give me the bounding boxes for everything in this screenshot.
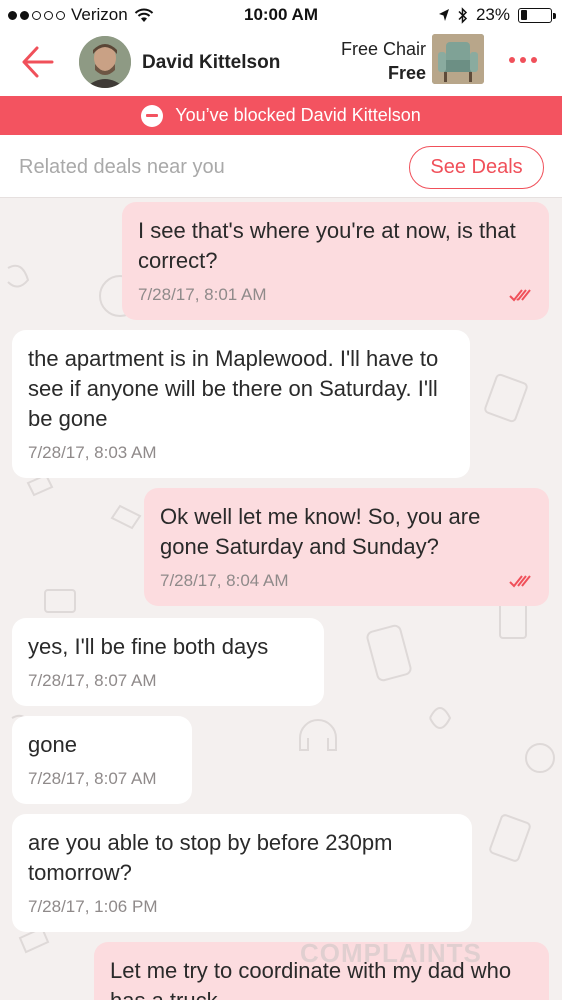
message-timestamp: 7/28/17, 8:01 AM: [138, 285, 267, 304]
battery-level: [520, 10, 528, 20]
see-deals-button[interactable]: See Deals: [409, 146, 544, 189]
listing-price: Free: [387, 63, 426, 83]
bluetooth-icon: [458, 6, 468, 24]
read-receipt-icon: [509, 289, 531, 302]
message-text: gone: [28, 732, 77, 757]
conversation-header: David Kittelson Free Chair Free: [0, 30, 562, 96]
listing-title: Free Chair: [340, 39, 426, 59]
related-deals-label: Related deals near you: [19, 156, 225, 178]
chair-photo: [432, 34, 484, 84]
related-deals-bar: Related deals near you See Deals: [0, 135, 562, 198]
more-dots-icon[interactable]: [505, 50, 541, 70]
message-timestamp: 7/28/17, 8:07 AM: [28, 671, 157, 690]
message-bubble-incoming[interactable]: gone 7/28/17, 8:07 AM: [12, 716, 192, 804]
message-list[interactable]: I see that's where you're at now, is tha…: [0, 198, 562, 1000]
avatar-photo: [79, 36, 131, 88]
message-bubble-outgoing[interactable]: Ok well let me know! So, you are gone Sa…: [144, 488, 549, 606]
message-text: yes, I'll be fine both days: [28, 634, 269, 659]
read-receipt-icon: [509, 575, 531, 588]
message-text: Ok well let me know! So, you are gone Sa…: [160, 504, 481, 559]
blocked-banner-text: You’ve blocked David Kittelson: [175, 105, 421, 125]
arrow-left-icon[interactable]: [20, 44, 56, 80]
listing-thumbnail[interactable]: [432, 34, 484, 84]
message-bubble-outgoing[interactable]: I see that's where you're at now, is tha…: [122, 202, 549, 320]
battery-percent: 23%: [475, 5, 510, 24]
message-text: I see that's where you're at now, is tha…: [138, 218, 516, 273]
avatar[interactable]: [79, 36, 131, 88]
message-timestamp: 7/28/17, 1:06 PM: [28, 897, 158, 916]
message-timestamp: 7/28/17, 8:04 AM: [160, 571, 289, 590]
message-bubble-incoming[interactable]: yes, I'll be fine both days 7/28/17, 8:0…: [12, 618, 324, 706]
message-bubble-incoming[interactable]: are you able to stop by before 230pm tom…: [12, 814, 472, 932]
message-text: are you able to stop by before 230pm tom…: [28, 830, 393, 885]
status-bar: Verizon 10:00 AM 23%: [0, 0, 562, 30]
location-arrow-icon: [438, 9, 449, 21]
message-timestamp: 7/28/17, 8:07 AM: [28, 769, 157, 788]
battery-icon: [518, 7, 556, 23]
blocked-icon: [141, 104, 164, 127]
message-text: the apartment is in Maplewood. I'll have…: [28, 346, 439, 431]
watermark: COMPLAINTS: [300, 938, 482, 968]
message-bubble-incoming[interactable]: the apartment is in Maplewood. I'll have…: [12, 330, 470, 478]
blocked-banner: You’ve blocked David Kittelson: [0, 96, 562, 135]
listing-info[interactable]: Free Chair Free: [341, 37, 426, 85]
contact-name[interactable]: David Kittelson: [142, 52, 280, 74]
status-icons: 23%: [438, 5, 556, 25]
message-timestamp: 7/28/17, 8:03 AM: [28, 443, 157, 462]
